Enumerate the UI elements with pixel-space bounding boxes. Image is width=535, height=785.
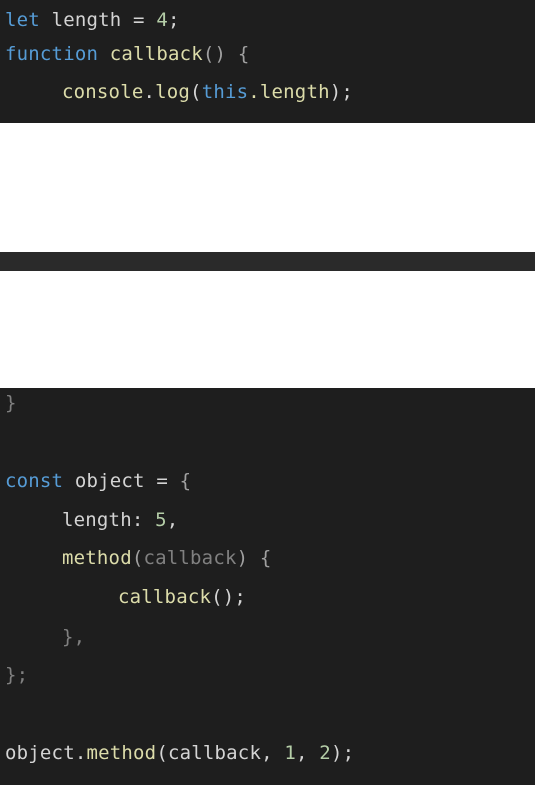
code-line: const object = { — [5, 466, 191, 496]
arg-callback: callback — [167, 742, 262, 764]
close-brace-comma: }, — [62, 626, 86, 648]
close-paren-semicolon: ); — [330, 742, 355, 764]
number-literal: 1 — [284, 742, 297, 764]
dot: . — [143, 81, 156, 103]
dot: . — [74, 742, 87, 764]
param-callback: callback — [143, 547, 237, 569]
close-paren: ) — [236, 547, 249, 569]
method-call: method — [86, 742, 157, 764]
keyword-this: this — [201, 81, 249, 103]
close-brace: } — [5, 392, 17, 414]
code-line: length: 5, — [5, 505, 178, 535]
code-line: function callback() { — [5, 39, 249, 69]
close-paren-semicolon: ); — [329, 81, 354, 103]
keyword-const: const — [5, 470, 64, 492]
code-line: callback(); — [5, 582, 246, 612]
identifier-object: object — [5, 742, 75, 764]
close-brace-semicolon: }; — [5, 664, 29, 686]
operator-assign: = — [133, 9, 145, 31]
keyword-function: function — [5, 43, 99, 65]
identifier-length: length — [51, 9, 122, 31]
property-key-length: length: — [62, 509, 144, 531]
code-line: console.log(this.length); — [5, 77, 353, 107]
open-brace: { — [179, 470, 192, 492]
comma: , — [296, 742, 320, 764]
code-line: object.method(callback, 1, 2); — [5, 738, 354, 768]
open-paren: ( — [190, 81, 202, 103]
code-line: }, — [5, 622, 85, 652]
code-line: } — [5, 388, 17, 418]
code-line: }; — [5, 660, 28, 690]
identifier-object: object — [74, 470, 145, 492]
code-line: let length = 4; — [5, 5, 180, 35]
code-panel-top: let length = 4; function callback() { co… — [0, 0, 535, 123]
method-log: log — [155, 81, 191, 103]
open-brace: { — [259, 547, 272, 569]
identifier-console: console — [62, 81, 144, 103]
number-literal: 2 — [319, 742, 331, 764]
call-callback: callback — [118, 586, 212, 608]
operator-assign: = — [156, 470, 168, 492]
keyword-let: let — [5, 9, 40, 31]
semicolon: ; — [167, 9, 180, 31]
parens: () — [202, 43, 227, 65]
open-paren: ( — [131, 547, 144, 569]
divider-strip — [0, 252, 535, 271]
property-length: .length — [248, 81, 330, 103]
number-literal: 4 — [156, 9, 168, 31]
comma: , — [166, 509, 179, 531]
code-panel-bottom: } const object = { length: 5, method(cal… — [0, 388, 535, 785]
function-name-callback: callback — [109, 43, 203, 65]
call-parens: (); — [211, 586, 247, 608]
open-paren: ( — [156, 742, 168, 764]
number-literal: 5 — [155, 509, 167, 531]
method-name: method — [62, 547, 132, 569]
comma: , — [261, 742, 285, 764]
open-brace: { — [237, 43, 250, 65]
code-line: method(callback) { — [5, 543, 272, 573]
